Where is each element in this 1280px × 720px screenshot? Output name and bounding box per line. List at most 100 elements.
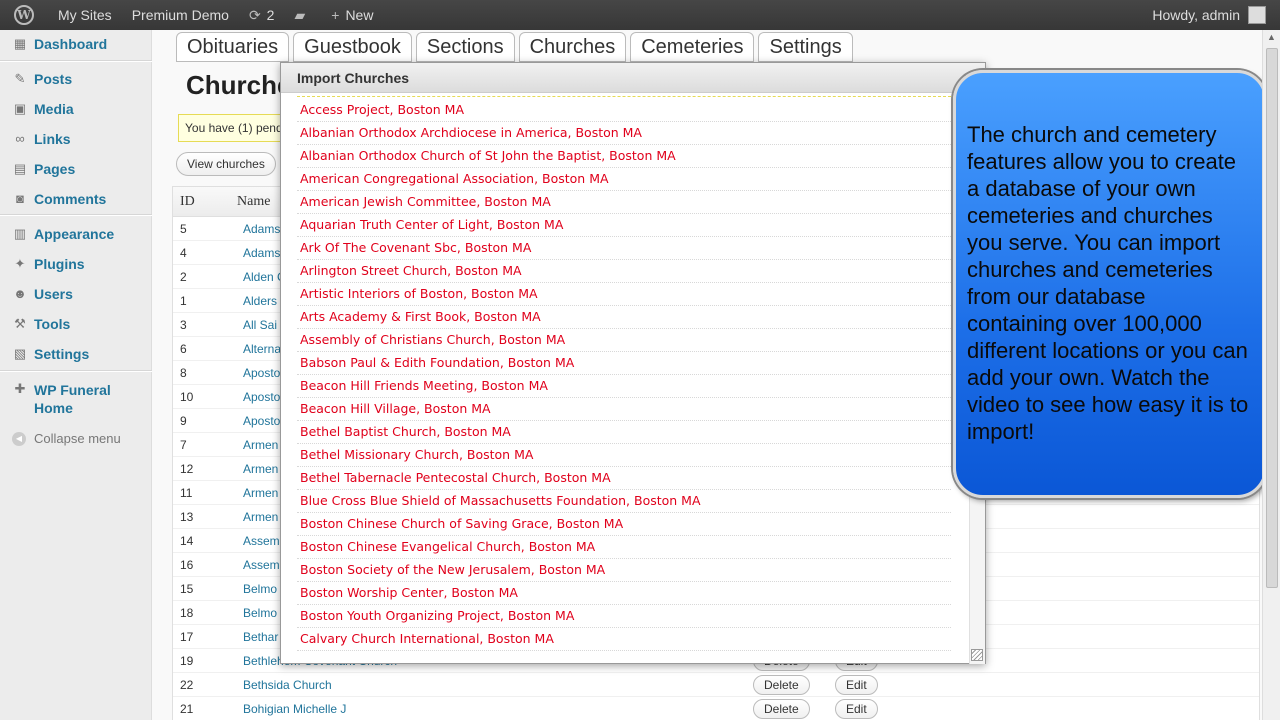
page-icon: ▤ [13,161,27,176]
church-list-item[interactable]: Boston Chinese Evangelical Church, Bosto… [297,536,951,559]
church-list-item[interactable]: Arts Academy & First Book, Boston MA [297,306,951,329]
edit-button[interactable]: Edit [835,674,878,695]
church-list-item[interactable]: Access Project, Boston MA [297,99,951,122]
media-icon: ▣ [13,101,27,116]
wordpress-logo-button[interactable]: W [0,0,48,30]
church-list-item[interactable]: Bethel Baptist Church, Boston MA [297,421,951,444]
tab-churches[interactable]: Churches [518,32,627,62]
scroll-up-icon[interactable]: ▲ [1267,32,1276,42]
menu-separator [0,214,152,216]
church-list-item[interactable]: Arlington Street Church, Boston MA [297,260,951,283]
new-content-link[interactable]: + New [321,0,383,30]
tab-cemeteries[interactable]: Cemeteries [630,32,755,62]
church-list-item[interactable]: Beacon Hill Friends Meeting, Boston MA [297,375,951,398]
row-id: 9 [180,413,187,428]
row-id: 3 [180,317,187,332]
row-id: 15 [180,581,194,596]
comment-icon: ◙ [16,191,24,206]
updates-link[interactable]: ⟳ 2 [239,0,285,30]
users-icon: ☻ [13,286,27,301]
row-id: 14 [180,533,194,548]
column-header-id[interactable]: ID [173,194,237,210]
row-id: 11 [180,485,193,500]
dialog-title: Import Churches [297,69,410,86]
account-menu[interactable]: Howdy, admin [1142,0,1280,30]
resize-handle-icon[interactable] [971,649,983,661]
admin-sidebar: ▦ Dashboard ✎ Posts ▣ Media ∞ Links ▤ Pages ◙… [0,30,152,720]
row-id: 18 [180,605,194,620]
plus-icon: + [331,7,340,23]
row-id: 21 [180,701,194,716]
sidebar-item-links[interactable]: ∞ Links [0,131,152,147]
row-id: 4 [180,245,187,260]
howdy-text: Howdy, admin [1152,7,1240,23]
delete-button[interactable]: Delete [753,698,810,719]
tab-guestbook[interactable]: Guestbook [293,32,412,62]
link-icon: ∞ [15,131,25,146]
sidebar-item-dashboard[interactable]: ▦ Dashboard [0,36,152,52]
info-callout: The church and cemetery features allow y… [953,70,1267,498]
church-list-item[interactable]: Boston Chinese Church of Saving Grace, B… [297,513,951,536]
sidebar-item-posts[interactable]: ✎ Posts [0,71,152,87]
list-top-divider [297,95,951,97]
church-list-item[interactable]: Albanian Orthodox Church of St John the … [297,145,951,168]
updates-count: 2 [266,7,275,23]
row-id: 5 [180,221,187,236]
menu-separator [0,60,152,62]
church-list-item[interactable]: Boston Worship Center, Boston MA [297,582,951,605]
church-list-item[interactable]: Boston Society of the New Jerusalem, Bos… [297,559,951,582]
church-list-item[interactable]: Beacon Hill Village, Boston MA [297,398,951,421]
row-id: 2 [180,269,187,284]
dialog-titlebar[interactable]: Import Churches × [281,63,985,93]
church-list-item[interactable]: Albanian Orthodox Archdiocese in America… [297,122,951,145]
sidebar-item-pages[interactable]: ▤ Pages [0,161,152,177]
sidebar-item-users[interactable]: ☻ Users [0,286,152,302]
appearance-icon: ▥ [13,226,27,241]
church-items: Access Project, Boston MA Albanian Orthod… [297,99,951,651]
speech-bubble-icon: ▰ [294,6,306,23]
church-list-item[interactable]: Boston Youth Organizing Project, Boston … [297,605,951,628]
tab-obituaries[interactable]: Obituaries [176,32,290,62]
page-scrollbar[interactable]: ▲ [1262,30,1280,720]
church-list-item[interactable]: Bethel Missionary Church, Boston MA [297,444,951,467]
row-name-link[interactable]: Bohigian Michelle J [243,702,753,716]
row-name-link[interactable]: Bethsida Church [243,678,753,692]
row-id: 16 [180,557,194,572]
church-list-item[interactable]: Artistic Interiors of Boston, Boston MA [297,283,951,306]
sidebar-item-tools[interactable]: ⚒ Tools [0,316,152,332]
sidebar-item-wp-funeral-home[interactable]: ✚ WP Funeral Home [0,381,140,417]
row-id: 8 [180,365,187,380]
column-header-name[interactable]: Name [237,194,270,210]
sidebar-item-media[interactable]: ▣ Media [0,101,152,117]
pushpin-icon: ✎ [14,71,26,86]
church-list-item[interactable]: Aquarian Truth Center of Light, Boston M… [297,214,951,237]
new-label: New [345,7,374,23]
tab-sections[interactable]: Sections [415,32,515,62]
sidebar-item-settings[interactable]: ▧ Settings [0,346,152,362]
church-list-item[interactable]: Assembly of Christians Church, Boston MA [297,329,951,352]
church-list-item[interactable]: Blue Cross Blue Shield of Massachusetts … [297,490,951,513]
site-name-link[interactable]: Premium Demo [122,0,239,30]
row-id: 22 [180,677,194,692]
sidebar-item-plugins[interactable]: ✦ Plugins [0,256,152,272]
scrollbar-thumb[interactable] [1266,48,1278,588]
edit-button[interactable]: Edit [835,698,878,719]
my-sites-link[interactable]: My Sites [48,0,122,30]
collapse-menu-button[interactable]: ◀ Collapse menu [12,431,121,446]
sidebar-item-comments[interactable]: ◙ Comments [0,191,152,207]
church-list-item[interactable]: Bethel Tabernacle Pentecostal Church, Bo… [297,467,951,490]
row-id: 10 [180,389,194,404]
view-churches-button[interactable]: View churches [176,152,276,176]
church-list-item[interactable]: American Congregational Association, Bos… [297,168,951,191]
table-row: 22 Bethsida Church Delete Edit [173,673,1259,697]
avatar [1248,6,1266,24]
church-list-item[interactable]: Ark Of The Covenant Sbc, Boston MA [297,237,951,260]
church-list-item[interactable]: American Jewish Committee, Boston MA [297,191,951,214]
delete-button[interactable]: Delete [753,674,810,695]
church-import-list: Access Project, Boston MA Albanian Orthod… [297,95,951,661]
church-list-item[interactable]: Babson Paul & Edith Foundation, Boston M… [297,352,951,375]
tab-settings[interactable]: Settings [758,32,853,62]
sidebar-item-appearance[interactable]: ▥ Appearance [0,226,152,242]
church-list-item[interactable]: Calvary Church International, Boston MA [297,628,951,651]
comments-link[interactable]: ▰ [284,0,321,30]
